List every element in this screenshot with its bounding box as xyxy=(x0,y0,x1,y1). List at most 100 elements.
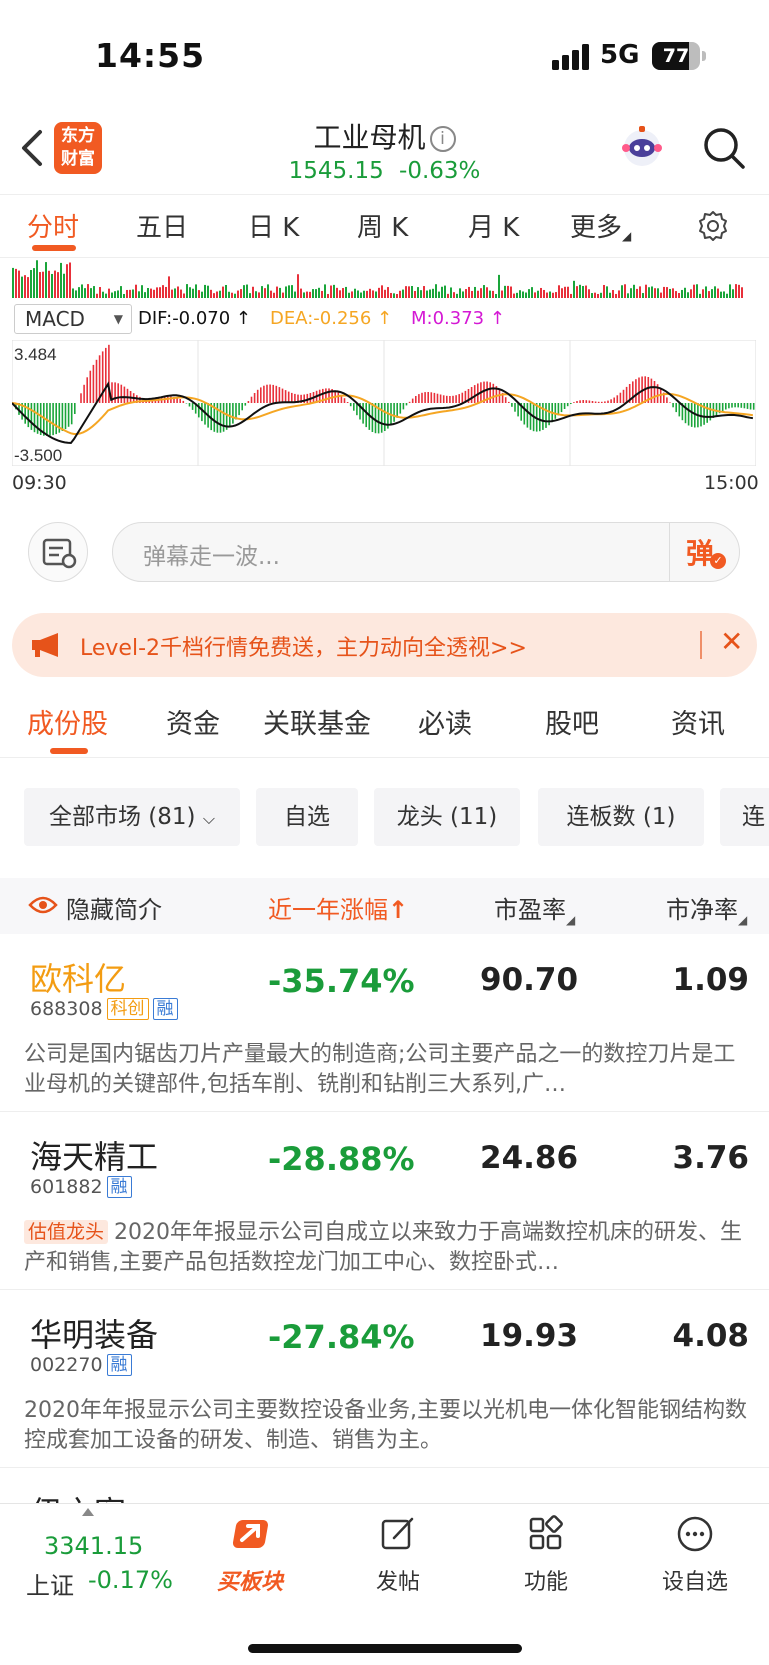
volume-bar xyxy=(255,291,257,298)
info-icon[interactable]: i xyxy=(429,126,456,152)
volume-bar xyxy=(576,286,578,298)
danmaku-toggle-button[interactable] xyxy=(28,522,88,582)
volume-bar xyxy=(507,285,509,298)
index-name[interactable]: 上证 xyxy=(26,1566,74,1601)
tab-constituents[interactable]: 成份股 xyxy=(27,702,108,741)
tab-five-day[interactable]: 五日 xyxy=(136,207,188,244)
volume-bar xyxy=(513,293,515,298)
volume-bar xyxy=(57,272,59,298)
volume-bar xyxy=(465,289,467,298)
macd-bar xyxy=(253,393,256,403)
macd-bar xyxy=(222,403,225,432)
macd-bar xyxy=(353,403,355,411)
volume-bar xyxy=(525,292,527,298)
volume-bar xyxy=(63,273,65,298)
robot-assistant-icon[interactable] xyxy=(617,124,667,174)
volume-bar xyxy=(216,291,218,298)
volume-bar xyxy=(336,287,338,298)
macd-bar xyxy=(576,401,578,403)
volume-bar xyxy=(45,262,47,298)
expand-up-icon[interactable] xyxy=(82,1508,94,1516)
search-icon[interactable] xyxy=(702,126,746,170)
volume-bar xyxy=(534,292,536,298)
active-tab-indicator xyxy=(32,245,76,251)
tab-weekly-k[interactable]: 周 K xyxy=(357,207,408,244)
col-one-year-change[interactable]: 近一年涨幅↑ xyxy=(268,890,408,925)
macd-bar xyxy=(179,399,181,403)
eye-icon[interactable] xyxy=(28,894,58,916)
macd-bar xyxy=(346,402,349,403)
filter-more-chip[interactable]: 连 xyxy=(720,788,769,846)
margin-badge: 融 xyxy=(106,1176,132,1198)
danmaku-input[interactable]: 弹幕走一波... 弹 ✓ xyxy=(112,522,740,582)
index-price[interactable]: 3341.15 xyxy=(44,1532,143,1560)
post-button[interactable]: 发帖 xyxy=(348,1514,448,1596)
y-min-label: -3.500 xyxy=(14,446,62,465)
filter-leaders[interactable]: 龙头 (11) xyxy=(374,788,520,846)
tab-daily-k[interactable]: 日 K xyxy=(248,207,299,244)
indicator-select[interactable]: MACD ▼ xyxy=(14,304,132,334)
hide-intro-toggle[interactable]: 隐藏简介 xyxy=(66,890,162,925)
macd-bar xyxy=(55,403,57,435)
index-change[interactable]: -0.17% xyxy=(88,1566,173,1594)
volume-bar xyxy=(597,293,599,298)
volume-bar xyxy=(549,291,551,298)
danmaku-send-button[interactable]: 弹 ✓ xyxy=(669,523,739,581)
tab-related-funds[interactable]: 关联基金 xyxy=(263,702,371,741)
col-pb[interactable]: 市净率◢ xyxy=(666,890,747,927)
promo-banner[interactable]: Level-2千档行情免费送，主力动向全透视>> ✕ xyxy=(12,613,757,677)
volume-bar xyxy=(651,286,653,298)
macd-bar xyxy=(560,403,563,413)
filter-watchlist[interactable]: 自选 xyxy=(256,788,358,846)
chart-period-tabs: 分时 五日 日 K 周 K 月 K 更多◢ xyxy=(0,194,769,258)
volume-bar xyxy=(678,293,680,298)
macd-bar xyxy=(92,364,95,403)
macd-bar xyxy=(256,389,259,403)
stock-row[interactable]: 华明装备 002270 融 -27.84% 19.93 4.08 2020年年报显… xyxy=(0,1292,769,1468)
macd-bar xyxy=(216,403,219,433)
macd-bar xyxy=(411,398,414,403)
gear-icon[interactable] xyxy=(696,209,730,243)
tab-intraday[interactable]: 分时 xyxy=(27,207,79,244)
stock-year-change: -27.84% xyxy=(268,1318,415,1356)
macd-bar xyxy=(573,402,575,403)
tab-funds-flow[interactable]: 资金 xyxy=(166,702,220,741)
macd-bar xyxy=(402,403,405,410)
functions-button[interactable]: 功能 xyxy=(496,1514,596,1596)
volume-bar xyxy=(495,293,497,298)
tab-more[interactable]: 更多◢ xyxy=(570,207,631,244)
close-icon[interactable]: ✕ xyxy=(720,625,743,658)
volume-bar xyxy=(426,290,428,298)
stock-code-line: 688308 科创融 xyxy=(30,998,178,1020)
intraday-chart[interactable]: MACD ▼ DIF:-0.070 ↑ DEA:-0.256 ↑ M:0.373 … xyxy=(0,258,769,503)
buy-sector-button[interactable]: 买板块 xyxy=(200,1514,300,1596)
volume-bar xyxy=(258,292,260,298)
macd-bar xyxy=(325,388,327,403)
filter-all-markets[interactable]: 全部市场 (81) ⌵ xyxy=(24,788,240,846)
stock-code: 601882 xyxy=(30,1176,103,1198)
tab-news[interactable]: 资讯 xyxy=(671,702,725,741)
col-pe[interactable]: 市盈率◢ xyxy=(494,890,575,927)
macd-bar xyxy=(126,388,129,403)
filter-consecutive-limit[interactable]: 连板数 (1) xyxy=(538,788,704,846)
macd-bar xyxy=(89,370,92,403)
volume-bar xyxy=(33,268,35,298)
status-time: 14:55 xyxy=(95,36,206,75)
volume-bar xyxy=(639,286,641,298)
tab-forum[interactable]: 股吧 xyxy=(545,702,599,741)
volume-bar xyxy=(366,290,368,298)
tab-must-read[interactable]: 必读 xyxy=(418,702,472,741)
macd-bar xyxy=(632,381,634,403)
macd-bar xyxy=(393,403,395,422)
col-pb-label: 市净率 xyxy=(666,896,738,924)
add-watchlist-button[interactable]: 设自选 xyxy=(645,1514,745,1596)
volume-bar xyxy=(381,285,383,298)
macd-bar xyxy=(619,392,622,403)
macd-bar xyxy=(591,401,594,403)
tab-monthly-k[interactable]: 月 K xyxy=(468,207,519,244)
stock-row[interactable]: 海天精工 601882 融 -28.88% 24.86 3.76 估值龙头 2020… xyxy=(0,1114,769,1290)
battery-level: 77 xyxy=(662,45,690,67)
volume-bar xyxy=(633,284,635,298)
volume-bar xyxy=(738,284,740,298)
stock-row[interactable]: 欧科亿 688308 科创融 -35.74% 90.70 1.09 公司是国内锯齿… xyxy=(0,936,769,1112)
